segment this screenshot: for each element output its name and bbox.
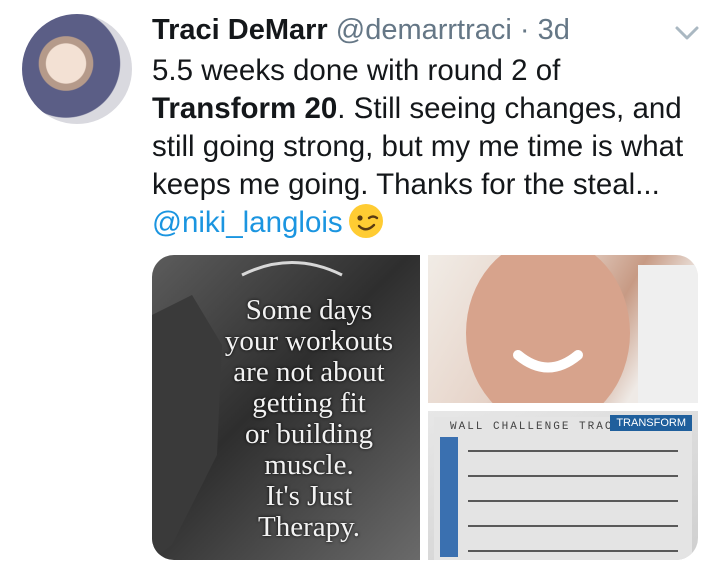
quote-text: Some days your workouts are not about ge… (224, 294, 394, 543)
tracker-image[interactable]: WALL CHALLENGE TRACKER TRANSFORM (428, 411, 698, 560)
media-grid: Some days your workouts are not about ge… (152, 255, 698, 560)
winking-face-emoji (348, 204, 383, 238)
avatar[interactable] (22, 14, 132, 124)
tweet-header: Traci DeMarr @demarrtraci · 3d (152, 10, 570, 50)
tweet-text: 5.5 weeks done with round 2 of Transform… (152, 52, 712, 242)
author-handle[interactable]: @demarrtraci (336, 14, 512, 46)
chevron-down-icon[interactable] (672, 18, 702, 48)
author-name[interactable]: Traci DeMarr (152, 14, 328, 46)
tweet-timestamp[interactable]: 3d (538, 14, 570, 46)
separator-dot: · (519, 14, 530, 46)
tracker-brand: TRANSFORM (610, 415, 692, 431)
mention-link[interactable]: @niki_langlois (152, 206, 343, 239)
tweet-text-start: 5.5 weeks done with round 2 of (152, 54, 561, 87)
quote-image[interactable]: Some days your workouts are not about ge… (152, 255, 420, 560)
tweet-bold-phrase: Transform 20 (152, 92, 338, 125)
selfie-image[interactable] (428, 255, 698, 428)
